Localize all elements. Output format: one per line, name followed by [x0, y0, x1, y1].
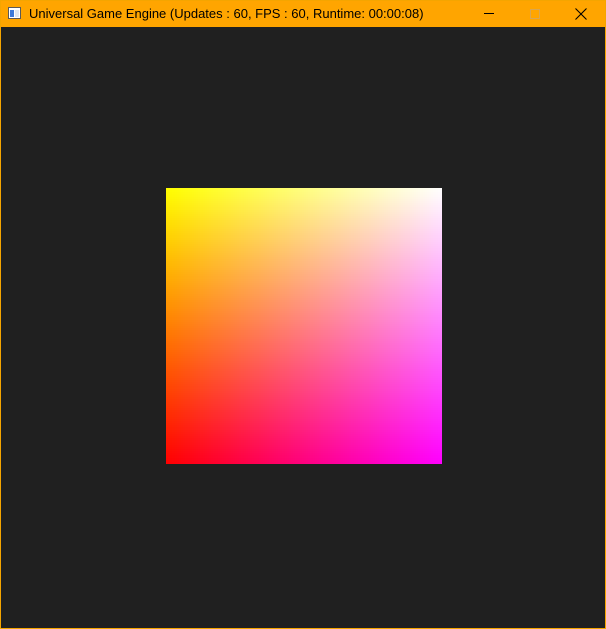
- close-icon: [575, 8, 587, 20]
- minimize-icon: [484, 13, 494, 14]
- title-bar[interactable]: Universal Game Engine (Updates : 60, FPS…: [1, 1, 605, 27]
- maximize-icon: [530, 9, 540, 19]
- window-title: Universal Game Engine (Updates : 60, FPS…: [29, 6, 424, 21]
- window-app-icon[interactable]: [8, 7, 21, 19]
- game-window: Universal Game Engine (Updates : 60, FPS…: [0, 0, 606, 629]
- maximize-button[interactable]: [512, 1, 558, 27]
- gradient-quad: [166, 188, 442, 464]
- render-viewport[interactable]: [2, 27, 604, 628]
- minimize-button[interactable]: [466, 1, 512, 27]
- close-button[interactable]: [558, 1, 604, 27]
